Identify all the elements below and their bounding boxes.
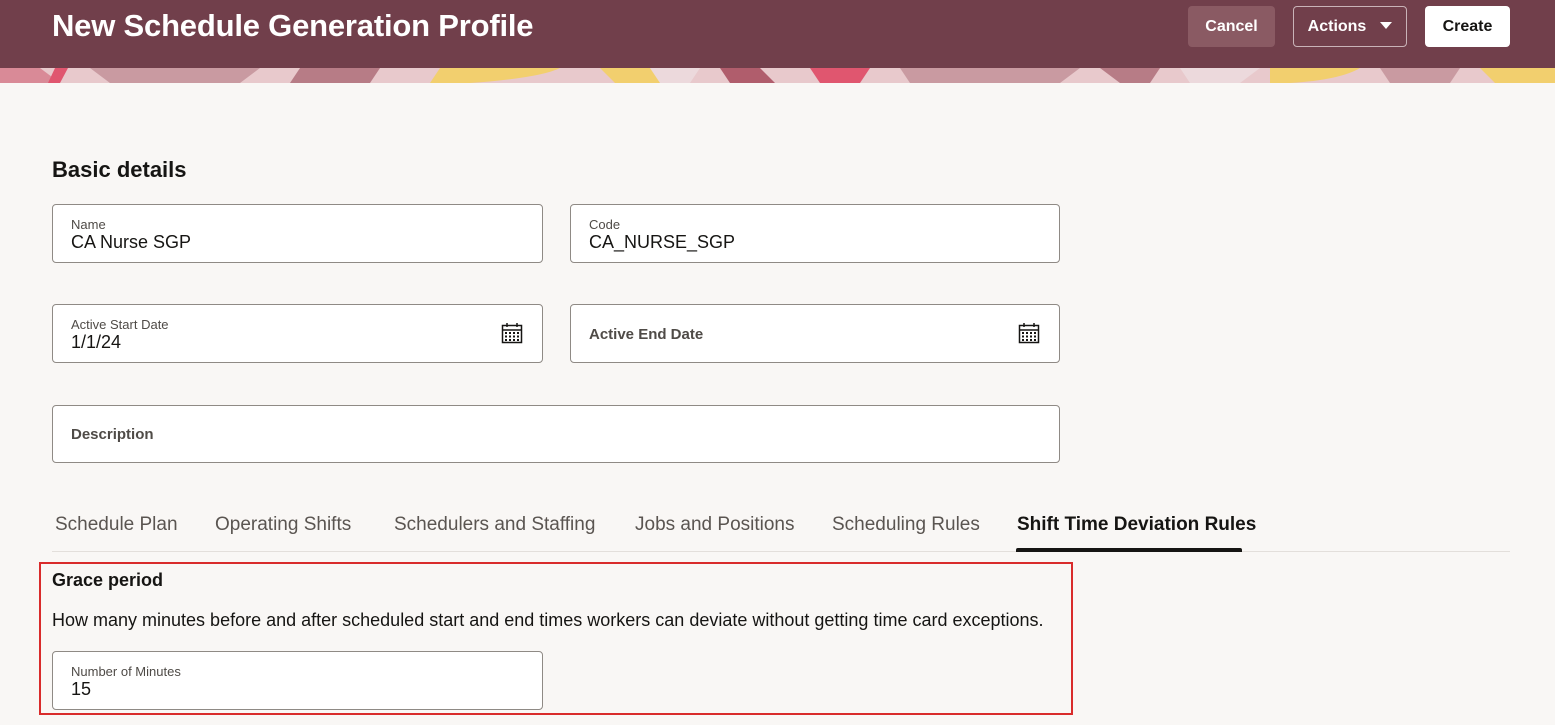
grace-period-description: How many minutes before and after schedu… [52, 610, 1044, 630]
create-button[interactable]: Create [1425, 6, 1510, 47]
tab-shift-time-deviation-rules[interactable]: Shift Time Deviation Rules [1017, 514, 1256, 536]
actions-menu-button[interactable]: Actions [1293, 6, 1407, 47]
active-end-date-field[interactable]: Active End Date [570, 304, 1060, 363]
page-header: New Schedule Generation Profile Cancel A… [0, 0, 1555, 83]
tab-schedule-plan[interactable]: Schedule Plan [55, 514, 178, 536]
actions-button-label: Actions [1307, 17, 1367, 35]
tab-jobs-and-positions[interactable]: Jobs and Positions [635, 514, 795, 536]
number-of-minutes-field[interactable]: Number of Minutes 15 [52, 651, 543, 710]
active-start-date-value: 1/1/24 [71, 332, 122, 352]
active-tab-indicator [1016, 548, 1242, 552]
caret-down-icon [1380, 22, 1393, 29]
code-field[interactable]: Code CA_NURSE_SGP [570, 204, 1060, 263]
active-end-date-label: Active End Date [589, 326, 704, 343]
calendar-icon[interactable] [1018, 322, 1040, 344]
tab-bar: Schedule Plan Operating Shifts Scheduler… [52, 504, 1510, 552]
create-button-label: Create [1442, 17, 1493, 35]
name-field-label: Name [71, 217, 106, 232]
grace-period-title: Grace period [52, 570, 164, 590]
active-start-date-field[interactable]: Active Start Date 1/1/24 [52, 304, 543, 363]
number-of-minutes-label: Number of Minutes [71, 664, 181, 679]
code-field-value: CA_NURSE_SGP [589, 232, 736, 252]
name-field-value: CA Nurse SGP [71, 232, 192, 252]
calendar-icon[interactable] [501, 322, 523, 344]
header-decorative-pattern [0, 68, 1555, 83]
description-field-label: Description [71, 426, 154, 443]
code-field-label: Code [589, 217, 621, 232]
cancel-button-label: Cancel [1205, 17, 1258, 35]
tab-schedulers-and-staffing[interactable]: Schedulers and Staffing [394, 514, 595, 536]
cancel-button[interactable]: Cancel [1188, 6, 1275, 47]
tab-operating-shifts[interactable]: Operating Shifts [215, 514, 351, 536]
tab-scheduling-rules[interactable]: Scheduling Rules [832, 514, 980, 536]
number-of-minutes-value: 15 [71, 679, 92, 699]
active-start-date-label: Active Start Date [71, 317, 169, 332]
section-title-basic-details: Basic details [52, 157, 187, 182]
page-title: New Schedule Generation Profile [52, 8, 534, 43]
description-field[interactable]: Description [52, 405, 1060, 463]
name-field[interactable]: Name CA Nurse SGP [52, 204, 543, 263]
